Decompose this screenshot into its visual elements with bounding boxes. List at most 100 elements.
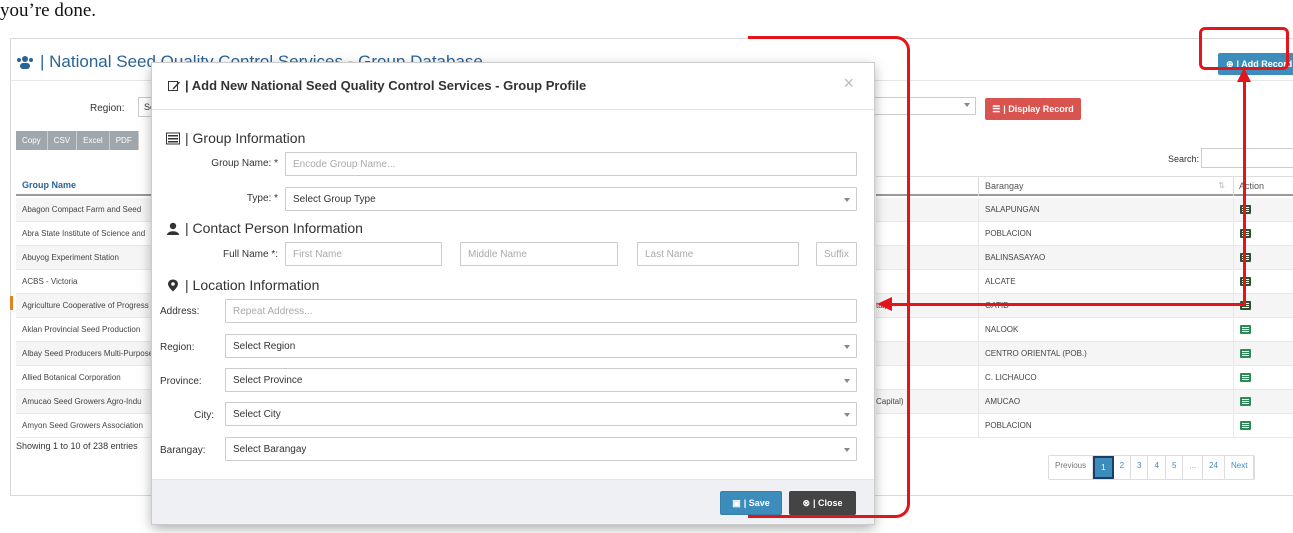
- barangay-label: Barangay:: [160, 445, 206, 456]
- instruction-text: you’re done.: [0, 0, 97, 21]
- pager-page-2[interactable]: 2: [1113, 456, 1132, 479]
- pager-page-3[interactable]: 3: [1131, 456, 1149, 479]
- view-record-icon[interactable]: [1240, 373, 1251, 382]
- column-header-barangay[interactable]: Barangay ⇅: [978, 175, 1233, 196]
- first-name-input[interactable]: First Name: [285, 242, 442, 266]
- export-csv-button[interactable]: CSV: [47, 131, 78, 150]
- table-row-group-name: Abagon Compact Farm and Seed: [16, 198, 156, 222]
- table-row: NALOOK: [876, 317, 1293, 342]
- annotation-arrow-line-vertical: [1243, 80, 1246, 304]
- row-action-cell: [1233, 245, 1293, 270]
- row-action-cell: [1233, 317, 1293, 342]
- row-action-cell: [1233, 197, 1293, 222]
- barangay-select-value: Select Barangay: [233, 444, 307, 455]
- column-header-action[interactable]: Action: [1233, 175, 1293, 196]
- row-action-cell: [1233, 221, 1293, 246]
- pager-previous[interactable]: Previous: [1049, 456, 1094, 479]
- annotation-bracket: [748, 36, 910, 518]
- pager-ellipsis: ...: [1183, 456, 1204, 479]
- row-indicator: [10, 296, 13, 310]
- user-icon: [167, 222, 179, 235]
- row-action-cell: [1233, 269, 1293, 294]
- table-row-group-name: Amucao Seed Growers Agro-Indu: [16, 390, 156, 414]
- group-info-section-title: | Group Information: [166, 130, 305, 146]
- sort-icon: ⇅: [1218, 181, 1225, 190]
- table-row-group-name: Abra State Institute of Science and: [16, 222, 156, 246]
- display-record-label: | Display Record: [1003, 104, 1074, 114]
- table-row-group-name: Abuyog Experiment Station: [16, 246, 156, 270]
- table-row: C. LICHAUCO: [876, 365, 1293, 390]
- table-row: CENTRO ORIENTAL (POB.): [876, 341, 1293, 366]
- pager-page-1[interactable]: 1: [1093, 456, 1114, 479]
- table-row: SALAPUNGAN: [876, 197, 1293, 222]
- table-row-group-name: Allied Botanical Corporation: [16, 366, 156, 390]
- pagination: Previous 1 2 3 4 5 ... 24 Next: [1048, 455, 1256, 480]
- province-label: Province:: [160, 376, 202, 387]
- region-select-value: Select Region: [233, 341, 296, 352]
- export-excel-button[interactable]: Excel: [77, 131, 110, 150]
- row-action-cell: [1233, 365, 1293, 390]
- export-copy-button[interactable]: Copy: [16, 131, 48, 150]
- row-barangay-cell: POBLACION: [978, 221, 1233, 246]
- pager-page-5[interactable]: 5: [1165, 456, 1184, 479]
- pager-page-4[interactable]: 4: [1148, 456, 1166, 479]
- list-icon: ☰: [992, 103, 1001, 114]
- location-info-section-title: | Location Information: [166, 277, 319, 293]
- middle-name-input[interactable]: Middle Name: [460, 242, 618, 266]
- table-row-group-name: ACBS - Victoria: [16, 270, 156, 294]
- row-barangay-cell: CENTRO ORIENTAL (POB.): [978, 341, 1233, 366]
- group-type-value: Select Group Type: [293, 194, 376, 205]
- address-label: Address:: [160, 306, 200, 317]
- edit-icon: [168, 80, 180, 91]
- row-barangay-cell: POBLACION: [978, 413, 1233, 438]
- view-record-icon[interactable]: [1240, 397, 1251, 406]
- table-row-group-name: Albay Seed Producers Multi-Purpose: [16, 342, 156, 366]
- contact-info-title-text: | Contact Person Information: [185, 220, 363, 236]
- full-name-label: Full Name *:: [222, 249, 278, 260]
- table-row: Capital) AMUCAO: [876, 389, 1293, 414]
- row-action-cell: [1233, 413, 1293, 438]
- row-barangay-cell: BALINSASAYAO: [978, 245, 1233, 270]
- search-label: Search:: [1168, 154, 1200, 164]
- location-info-title-text: | Location Information: [185, 277, 320, 293]
- map-marker-icon: [168, 279, 178, 291]
- row-barangay-cell: SALAPUNGAN: [978, 197, 1233, 222]
- table-row-group-name: Amyon Seed Growers Association: [16, 414, 156, 438]
- annotation-arrowhead-up: [1237, 68, 1251, 82]
- city-select-value: Select City: [233, 409, 281, 420]
- display-record-button[interactable]: ☰ | Display Record: [985, 98, 1081, 120]
- barangay-header-text: Barangay: [985, 180, 1024, 191]
- column-header-group-name[interactable]: Group Name: [16, 176, 156, 196]
- row-action-cell: [1233, 389, 1293, 414]
- floppy-disk-icon: ▣: [732, 497, 741, 508]
- view-record-icon[interactable]: [1240, 349, 1251, 358]
- chevron-down-icon: [964, 103, 970, 107]
- table-row-group-name: Aklan Provincial Seed Production: [16, 318, 156, 342]
- group-name-label: Group Name: *: [211, 158, 278, 169]
- pager-page-last[interactable]: 24: [1203, 456, 1225, 479]
- region-label: Region:: [160, 342, 195, 353]
- group-info-title-text: | Group Information: [185, 130, 306, 146]
- annotation-arrowhead-left: [877, 297, 892, 311]
- export-pdf-button[interactable]: PDF: [109, 131, 139, 150]
- row-barangay-cell: NALOOK: [978, 317, 1233, 342]
- screenshot-root: you’re done. | National Seed Quality Con…: [0, 0, 1293, 533]
- province-select-value: Select Province: [233, 375, 303, 386]
- table-row: POBLACION: [876, 221, 1293, 246]
- table-row: tal)GATID: [876, 293, 1293, 318]
- row-barangay-cell: ALCATE: [978, 269, 1233, 294]
- table-row: POBLACION: [876, 413, 1293, 438]
- row-barangay-cell: C. LICHAUCO: [978, 365, 1233, 390]
- contact-info-section-title: | Contact Person Information: [166, 220, 363, 236]
- export-buttons: Copy CSV Excel PDF: [16, 131, 139, 150]
- list-card-icon: [166, 132, 180, 144]
- type-label: Type: *: [246, 193, 278, 204]
- modal-title: | Add New National Seed Quality Control …: [168, 78, 586, 93]
- search-input[interactable]: [1201, 148, 1293, 168]
- view-record-icon[interactable]: [1240, 421, 1251, 430]
- table-header-right: Barangay ⇅ Action: [876, 175, 1293, 196]
- users-icon: [17, 56, 33, 69]
- modal-title-text: | Add New National Seed Quality Control …: [185, 78, 587, 93]
- pager-next[interactable]: Next: [1224, 456, 1255, 479]
- view-record-icon[interactable]: [1240, 325, 1251, 334]
